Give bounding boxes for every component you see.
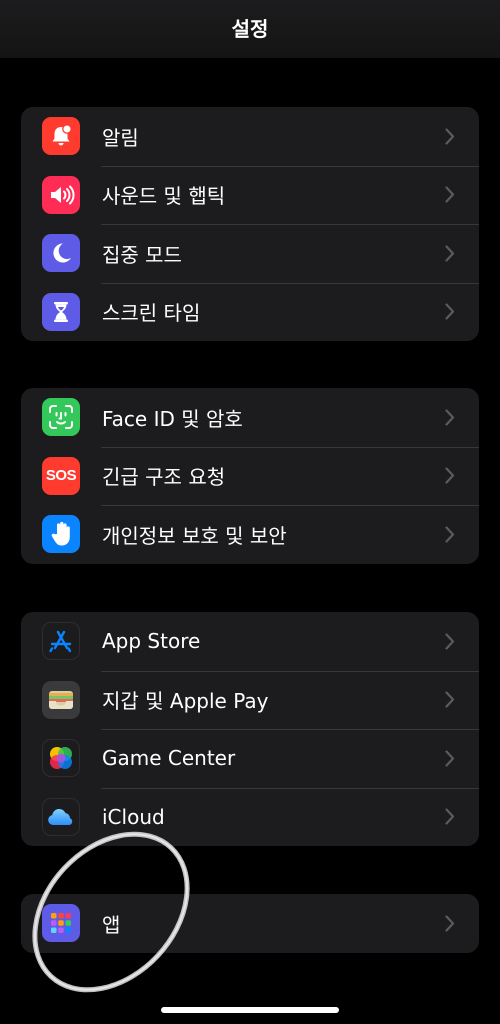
settings-row-label: 알림 bbox=[102, 125, 139, 150]
chevron-right-icon bbox=[443, 185, 457, 205]
settings-row-label: 앱 bbox=[102, 912, 121, 937]
game-center-icon bbox=[42, 739, 80, 778]
chevron-right-icon bbox=[443, 524, 457, 544]
moon-icon bbox=[42, 234, 80, 273]
settings-group-general: 알림 사운드 및 햅틱 집중 모드 스크린 타임 bbox=[21, 107, 479, 341]
navigation-bar: 설정 bbox=[0, 0, 500, 58]
settings-row-sounds-haptics[interactable]: 사운드 및 햅틱 bbox=[21, 165, 479, 225]
settings-row-label: 스크린 타임 bbox=[102, 301, 201, 326]
app-store-icon bbox=[42, 622, 80, 661]
settings-row-app-store[interactable]: App Store bbox=[21, 612, 479, 671]
settings-row-label: Face ID 및 암호 bbox=[102, 406, 243, 431]
settings-row-label: 사운드 및 햅틱 bbox=[102, 184, 226, 209]
sos-icon: SOS bbox=[42, 456, 80, 495]
page-title: 설정 bbox=[231, 16, 269, 41]
apps-grid-icon bbox=[42, 904, 80, 943]
settings-row-privacy-security[interactable]: 개인정보 보호 및 보안 bbox=[21, 505, 479, 564]
icloud-icon bbox=[42, 797, 80, 836]
face-id-icon bbox=[42, 398, 80, 437]
settings-row-label: iCloud bbox=[102, 804, 165, 829]
chevron-right-icon bbox=[443, 243, 457, 263]
settings-row-screen-time[interactable]: 스크린 타임 bbox=[21, 282, 479, 342]
hourglass-icon bbox=[42, 292, 80, 331]
settings-row-wallet[interactable]: 지갑 및 Apple Pay bbox=[21, 670, 479, 730]
settings-row-apps[interactable]: 앱 bbox=[21, 894, 479, 953]
settings-row-face-id[interactable]: Face ID 및 암호 bbox=[21, 388, 479, 447]
hand-raised-icon bbox=[42, 515, 80, 554]
settings-row-label: App Store bbox=[102, 629, 201, 654]
settings-screen: 설정 알림 사운드 및 햅틱 집중 모드 스크린 타임 Face ID 및 암호… bbox=[0, 0, 500, 1024]
bell-badge-icon bbox=[42, 117, 80, 156]
settings-row-game-center[interactable]: Game Center bbox=[21, 729, 479, 788]
settings-row-label: 지갑 및 Apple Pay bbox=[102, 689, 269, 714]
settings-row-label: 긴급 구조 요청 bbox=[102, 465, 226, 490]
chevron-right-icon bbox=[443, 631, 457, 651]
chevron-right-icon bbox=[443, 748, 457, 768]
chevron-right-icon bbox=[443, 126, 457, 146]
settings-group-apps: 앱 bbox=[21, 894, 479, 953]
chevron-right-icon bbox=[443, 913, 457, 933]
chevron-right-icon bbox=[443, 690, 457, 710]
settings-group-security: Face ID 및 암호 SOS 긴급 구조 요청 개인정보 보호 및 보안 bbox=[21, 388, 479, 564]
settings-row-label: 개인정보 보호 및 보안 bbox=[102, 523, 287, 548]
home-indicator[interactable] bbox=[161, 1007, 339, 1013]
settings-row-focus[interactable]: 집중 모드 bbox=[21, 224, 479, 283]
chevron-right-icon bbox=[443, 807, 457, 827]
settings-row-notifications[interactable]: 알림 bbox=[21, 107, 479, 166]
wallet-icon bbox=[42, 680, 80, 719]
chevron-right-icon bbox=[443, 466, 457, 486]
settings-row-label: Game Center bbox=[102, 746, 236, 771]
chevron-right-icon bbox=[443, 407, 457, 427]
settings-row-icloud[interactable]: iCloud bbox=[21, 787, 479, 847]
settings-row-label: 집중 모드 bbox=[102, 242, 182, 267]
speaker-wave-icon bbox=[42, 175, 80, 214]
chevron-right-icon bbox=[443, 302, 457, 322]
settings-row-emergency-sos[interactable]: SOS 긴급 구조 요청 bbox=[21, 446, 479, 506]
settings-group-services: App Store 지갑 및 Apple Pay Game Center iCl… bbox=[21, 612, 479, 846]
